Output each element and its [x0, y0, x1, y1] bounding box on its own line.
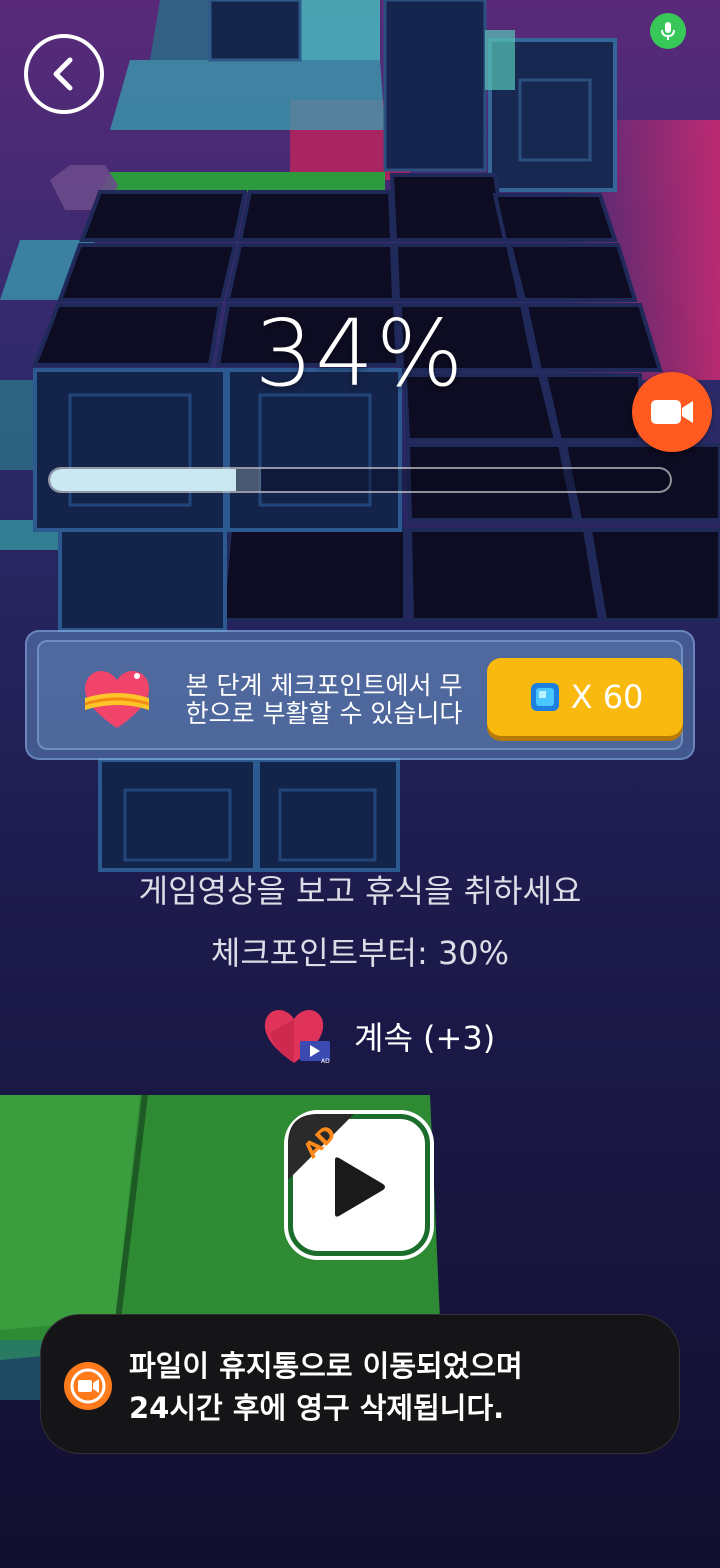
continue-option[interactable]: AD 계속 (+3): [262, 1004, 495, 1068]
heart-ad-badge: AD: [321, 1058, 330, 1065]
progress-fill: [50, 469, 236, 491]
video-camera-icon: [651, 400, 693, 424]
progress-percent: 34%: [254, 300, 466, 407]
revive-text-line2: 한으로 부활할 수 있습니다: [185, 699, 463, 728]
watch-ad-play-button[interactable]: AD: [288, 1114, 430, 1256]
microphone-icon: [661, 22, 675, 40]
play-icon: [335, 1157, 385, 1217]
revive-text: 본 단계 체크포인트에서 무 한으로 부활할 수 있습니다: [169, 672, 479, 728]
screen-recorder-icon: [64, 1362, 112, 1410]
screen-record-button[interactable]: [632, 372, 712, 452]
diamond-icon: [530, 683, 559, 711]
microphone-indicator: [650, 13, 686, 49]
revive-banner-panel: 본 단계 체크포인트에서 무 한으로 부활할 수 있습니다 X 60: [37, 640, 683, 750]
toast-line1: 파일이 휴지통으로 이동되었으며: [129, 1349, 523, 1383]
revive-text-line1: 본 단계 체크포인트에서 무: [185, 671, 463, 700]
watch-video-text: 게임영상을 보고 휴식을 취하세요: [138, 872, 582, 910]
heart-ad-icon: AD: [264, 1010, 330, 1065]
toast-text: 파일이 휴지통으로 이동되었으며 24시간 후에 영구 삭제됩니다.: [129, 1345, 659, 1429]
checkpoint-text: 체크포인트부터: 30%: [210, 934, 510, 972]
gem-revive-button[interactable]: X 60: [487, 658, 683, 736]
gem-cost: X 60: [570, 678, 644, 716]
heart-badge-icon: [84, 671, 150, 728]
back-icon: [53, 57, 73, 91]
continue-label: 계속 (+3): [354, 1019, 496, 1057]
back-button[interactable]: [24, 34, 104, 114]
toast-notification: 파일이 휴지통으로 이동되었으며 24시간 후에 영구 삭제됩니다.: [40, 1314, 680, 1454]
revive-banner: 본 단계 체크포인트에서 무 한으로 부활할 수 있습니다 X 60: [25, 630, 695, 760]
progress-bar: [48, 467, 672, 493]
toast-line2: 24시간 후에 영구 삭제됩니다.: [129, 1391, 505, 1425]
